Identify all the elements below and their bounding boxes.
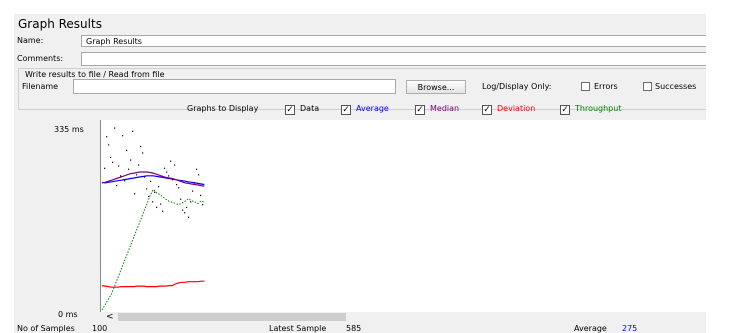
data-point [186,206,188,208]
samples-label: No of Samples [17,324,75,333]
data-option-label: Data [300,104,320,113]
average-footer-label: Average [574,324,607,333]
graphs-to-display-label: Graphs to Display [187,104,259,113]
graph-svg [101,127,205,311]
data-point [176,184,178,186]
data-point [154,191,156,193]
browse-button[interactable]: Browse... [406,80,466,94]
scrollbar-thumb[interactable] [118,313,346,321]
data-point [150,180,152,182]
data-point [194,182,196,184]
panel-title: Graph Results [18,17,102,31]
samples-value: 100 [92,324,108,333]
data-point [144,176,146,178]
data-point [142,152,144,154]
errors-label: Errors [594,82,618,91]
data-point [134,193,136,195]
data-point [190,201,192,203]
data-point [198,174,200,176]
deviation-checkbox[interactable]: ✓ [482,105,492,115]
data-point [132,130,134,132]
graph-results-panel: Graph Results Name: Graph Results Commen… [14,14,706,333]
y-axis-max-label: 335 ms [54,125,84,134]
data-point [110,156,112,158]
data-point [166,171,168,173]
median-option-label: Median [430,104,460,113]
series-median-line [101,171,205,187]
filename-field[interactable] [73,79,396,94]
data-point [104,167,106,169]
data-point [192,190,194,192]
data-point [118,165,120,167]
data-point [182,209,184,211]
data-point [178,187,180,189]
log-display-label: Log/Display Only: [482,82,552,91]
data-point [128,168,130,170]
name-field[interactable]: Graph Results [81,35,706,47]
comments-field[interactable] [81,52,706,66]
series-deviation-line [101,280,205,288]
average-checkbox[interactable]: ✓ [341,105,351,115]
horizontal-scrollbar[interactable]: < [100,312,706,322]
data-point [156,206,158,208]
comments-label: Comments: [17,54,64,63]
data-point [200,194,202,196]
data-point [108,144,110,146]
data-point [160,203,162,205]
data-point [164,167,166,169]
data-point [148,195,150,198]
deviation-option-label: Deviation [497,104,536,113]
data-point [170,160,172,162]
series-throughput-line [101,188,205,311]
data-point [126,149,128,151]
errors-checkbox[interactable] [581,82,590,91]
footer-stats: No of Samples 100 Latest Sample 585 Aver… [14,323,706,333]
data-point [152,201,154,203]
median-checkbox[interactable]: ✓ [415,105,425,115]
data-point [202,204,204,206]
throughput-option-label: Throughput [575,104,622,113]
filename-label: Filename [22,82,59,91]
data-point [184,212,186,214]
data-point [138,164,140,166]
data-point [168,175,170,177]
data-point [140,145,142,148]
latest-sample-value: 585 [346,324,362,333]
average-option-label: Average [356,104,389,113]
graph-area [100,120,706,317]
data-point [114,127,116,129]
data-point [136,174,138,176]
data-point [174,164,176,166]
data-point [130,159,132,161]
throughput-checkbox[interactable]: ✓ [560,105,570,115]
data-point [158,186,160,188]
data-point [116,185,118,187]
data-point [124,180,126,182]
data-point [120,175,122,177]
data-point [162,210,164,212]
data-point [172,179,174,181]
successes-label: Successes [655,82,697,91]
data-point [122,135,124,137]
data-point [196,168,198,170]
data-checkbox[interactable]: ✓ [285,105,295,115]
latest-sample-label: Latest Sample [269,324,327,333]
data-point [146,188,148,190]
name-label: Name: [17,36,44,45]
scroll-left-arrow[interactable]: < [106,312,114,322]
data-point [188,216,190,218]
data-point [106,136,108,138]
average-footer-value: 275 [622,324,638,333]
data-point [180,198,182,200]
y-axis-min-label: 0 ms [58,310,78,319]
successes-checkbox[interactable] [643,82,652,91]
data-point [112,161,114,163]
